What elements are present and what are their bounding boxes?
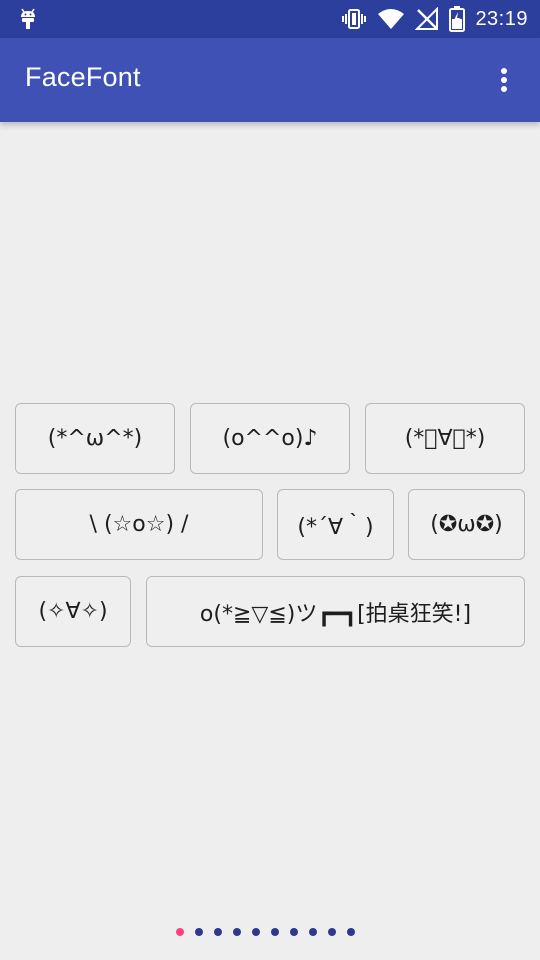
more-vert-icon[interactable] [492, 66, 516, 94]
page-dot [176, 928, 184, 936]
wifi-icon [377, 7, 405, 31]
page-indicator [0, 924, 540, 940]
emoticon-button[interactable]: \ (☆o☆) / [15, 489, 263, 560]
page-dot [195, 928, 203, 936]
status-time: 23:19 [475, 7, 528, 30]
status-bar: 23:19 [0, 0, 540, 38]
vibrate-icon [341, 7, 367, 31]
page-dot [271, 928, 279, 936]
page-dot [309, 928, 317, 936]
emoticon-button[interactable]: (*ﾟ∀ﾟ*) [365, 403, 525, 474]
page-dot [214, 928, 222, 936]
emoticon-page: (*^ω^*) (o^^o)♪ (*ﾟ∀ﾟ*) \ (☆o☆) / (*´∀｀)… [0, 122, 540, 960]
page-dot [347, 928, 355, 936]
page-dot [252, 928, 260, 936]
battery-icon [449, 6, 466, 32]
emoticon-button[interactable]: (*´∀｀) [277, 489, 394, 560]
app-bar: FaceFont [0, 38, 540, 122]
app-title: FaceFont [25, 62, 141, 92]
page-dot [328, 928, 336, 936]
page-dot [290, 928, 298, 936]
emoticon-button[interactable]: o(*≧▽≦)ツ┏━┓[拍桌狂笑!] [146, 576, 525, 647]
emoticon-button[interactable]: (*^ω^*) [15, 403, 175, 474]
emoticon-button[interactable]: (✪ω✪) [408, 489, 525, 560]
android-icon [16, 7, 40, 31]
no-sim-icon [415, 7, 439, 31]
emoticon-button[interactable]: (o^^o)♪ [190, 403, 350, 474]
emoticon-button[interactable]: (✧∀✧) [15, 576, 131, 647]
page-dot [233, 928, 241, 936]
